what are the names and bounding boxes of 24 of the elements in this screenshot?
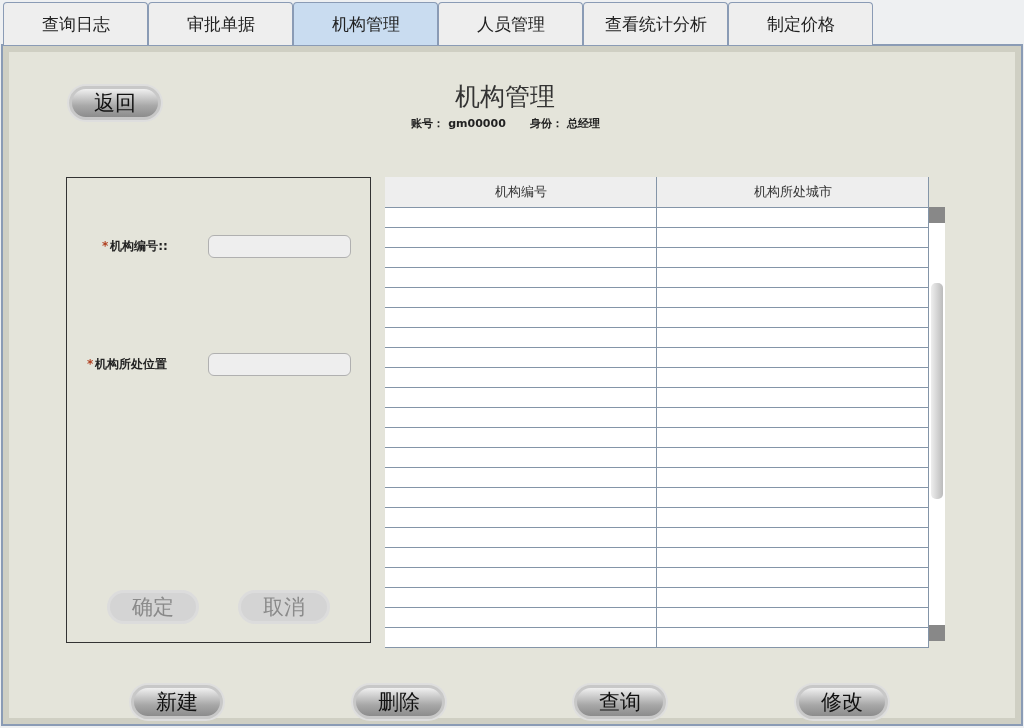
column-header[interactable]: 机构编号 bbox=[385, 177, 657, 207]
scrollbar[interactable] bbox=[929, 207, 945, 641]
tab[interactable]: 人员管理 bbox=[438, 2, 583, 45]
tab[interactable]: 查询日志 bbox=[3, 2, 148, 45]
scrollbar-thumb[interactable] bbox=[931, 283, 943, 499]
action-button[interactable]: 新建 bbox=[131, 685, 223, 719]
input-field[interactable] bbox=[208, 353, 351, 376]
action-button[interactable]: 修改 bbox=[795, 685, 888, 719]
input-field[interactable] bbox=[208, 235, 351, 258]
tab[interactable]: 查看统计分析 bbox=[583, 2, 728, 45]
page-title: 机构管理 bbox=[455, 81, 556, 113]
column-header[interactable]: 机构所处城市 bbox=[657, 177, 929, 207]
action-button[interactable]: 查询 bbox=[574, 685, 667, 719]
action-button[interactable]: 删除 bbox=[352, 685, 445, 719]
tab[interactable]: 审批单据 bbox=[148, 2, 293, 45]
tab[interactable]: 制定价格 bbox=[728, 2, 873, 45]
back-button[interactable]: 返回 bbox=[69, 86, 161, 120]
field-label: * 机构编号:: bbox=[102, 238, 168, 255]
role-value: 总经理 bbox=[566, 117, 600, 130]
account-value: gm00000 bbox=[448, 117, 506, 130]
tab[interactable]: 机构管理 bbox=[293, 2, 438, 45]
role-label: 身份： bbox=[529, 117, 563, 130]
field-label: * 机构所处位置 bbox=[87, 356, 168, 373]
account-label: 账号： bbox=[411, 117, 445, 130]
